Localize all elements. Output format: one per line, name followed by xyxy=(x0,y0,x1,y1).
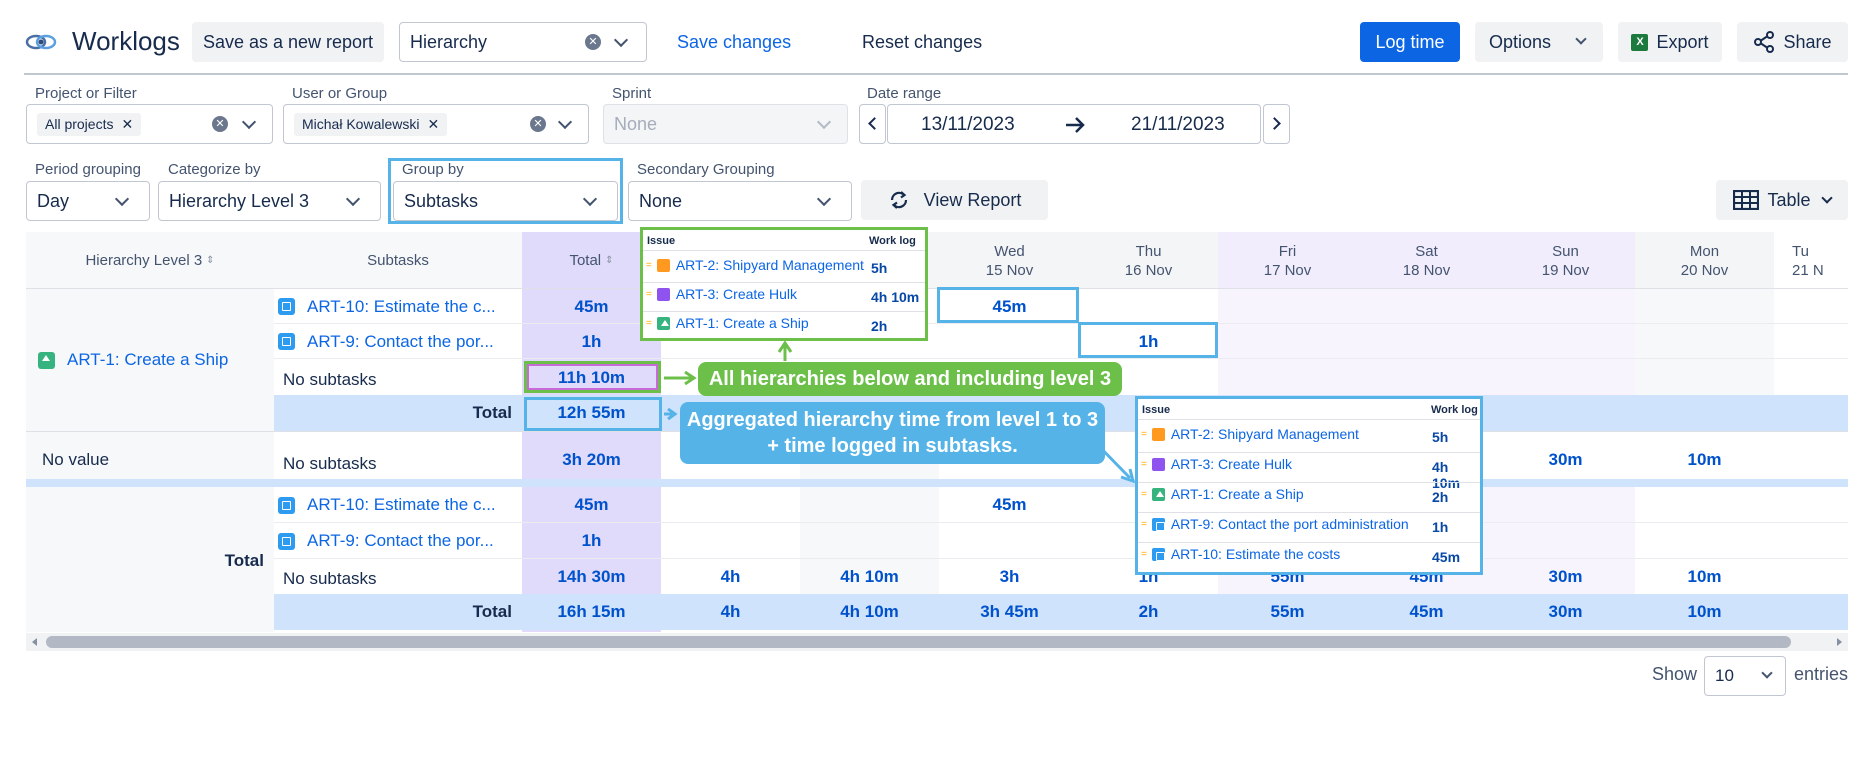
callout-blue: Aggregated hierarchy time from level 1 t… xyxy=(680,402,1105,464)
entries-select[interactable]: 10 xyxy=(1704,656,1786,696)
entries-value: 10 xyxy=(1715,666,1734,685)
show-label: Show xyxy=(1652,664,1698,684)
chevron-down-icon xyxy=(1761,667,1773,679)
entries-label: entries xyxy=(1794,664,1849,684)
callout-green: All hierarchies below and including leve… xyxy=(698,362,1122,396)
